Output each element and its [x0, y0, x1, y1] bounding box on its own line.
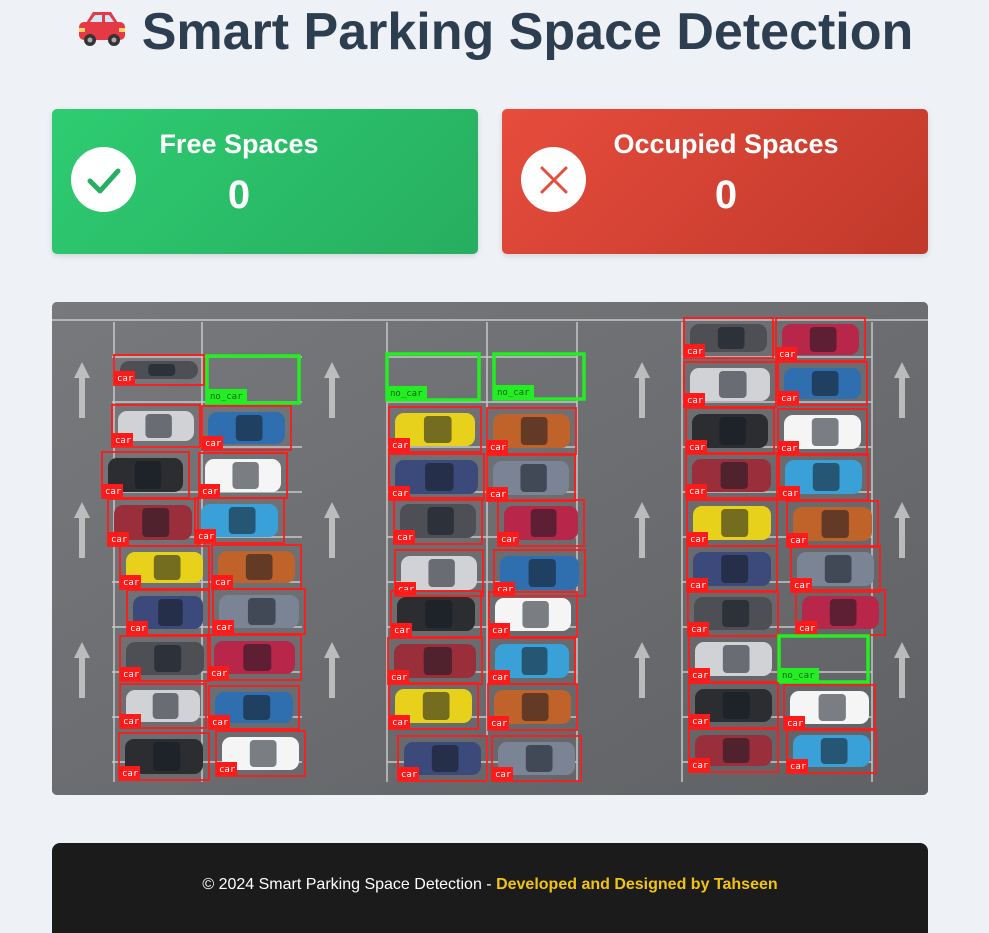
car-label: car — [692, 671, 709, 681]
page-title-text: Smart Parking Space Detection — [141, 3, 914, 61]
car-label: car — [105, 487, 122, 497]
car-label: car — [689, 443, 706, 453]
car-label: car — [490, 490, 507, 500]
car-label: car — [787, 719, 804, 729]
car-label: car — [219, 765, 236, 775]
occupied-spaces-card: Occupied Spaces 0 — [502, 109, 928, 254]
car-label: car — [490, 443, 507, 453]
footer-credit: Developed and Designed by Tahseen — [496, 876, 778, 893]
car-label: car — [691, 625, 708, 635]
car-label: car — [495, 770, 512, 780]
car-label: car — [781, 394, 798, 404]
car-label: car — [205, 439, 222, 449]
car-label: car — [212, 718, 229, 728]
car-label: car — [799, 624, 816, 634]
occupied-spaces-label: Occupied Spaces — [613, 129, 839, 159]
car-label: car — [690, 535, 707, 545]
car-label: car — [397, 533, 414, 543]
car-label: car — [781, 444, 798, 454]
car-label: car — [398, 585, 415, 595]
footer-copyright: © 2024 Smart Parking Space Detection - — [202, 876, 497, 893]
car-label: car — [394, 626, 411, 636]
car-label: car — [391, 673, 408, 683]
car-label: car — [491, 719, 508, 729]
free-spaces-label: Free Spaces — [159, 129, 319, 159]
check-icon — [71, 147, 136, 212]
car-label: car — [115, 436, 132, 446]
car-label: car — [689, 487, 706, 497]
car-label: car — [492, 626, 509, 636]
occupied-spaces-count: 0 — [714, 173, 738, 217]
no-car-label: no_car — [782, 671, 815, 681]
car-label: car — [117, 374, 134, 384]
car-label: car — [790, 536, 807, 546]
car-label: car — [111, 535, 128, 545]
car-label: car — [690, 581, 707, 591]
footer: © 2024 Smart Parking Space Detection - D… — [52, 843, 928, 933]
car-label: car — [198, 532, 215, 542]
car-label: car — [215, 578, 232, 588]
page-title: Smart Parking Space Detection — [0, 2, 989, 65]
car-label: car — [687, 396, 704, 406]
free-spaces-count: 0 — [227, 173, 251, 217]
car-label: car — [782, 489, 799, 499]
car-label: car — [692, 761, 709, 771]
car-label: car — [122, 769, 139, 779]
car-label: car — [123, 670, 140, 680]
car-label: car — [392, 718, 409, 728]
car-label: car — [687, 347, 704, 357]
car-label: car — [401, 770, 418, 780]
free-spaces-card: Free Spaces 0 — [52, 109, 478, 254]
car-label: car — [501, 535, 518, 545]
no-car-label: no_car — [390, 389, 423, 399]
car-label: car — [123, 717, 140, 727]
car-label: car — [790, 762, 807, 772]
car-label: car — [492, 673, 509, 683]
red-car-icon — [76, 1, 128, 61]
car-label: car — [211, 669, 228, 679]
car-label: car — [779, 350, 796, 360]
car-label: car — [497, 585, 514, 595]
parking-video-feed: car no_car car car car car car car car car car car c… — [52, 302, 928, 795]
x-icon — [521, 147, 586, 212]
car-label: car — [130, 624, 147, 634]
car-label: car — [123, 578, 140, 588]
no-car-label: no_car — [210, 392, 243, 402]
car-label: car — [392, 441, 409, 451]
car-label: car — [216, 623, 233, 633]
no-car-label: no_car — [497, 388, 530, 398]
car-label: car — [692, 717, 709, 727]
car-label: car — [202, 487, 219, 497]
